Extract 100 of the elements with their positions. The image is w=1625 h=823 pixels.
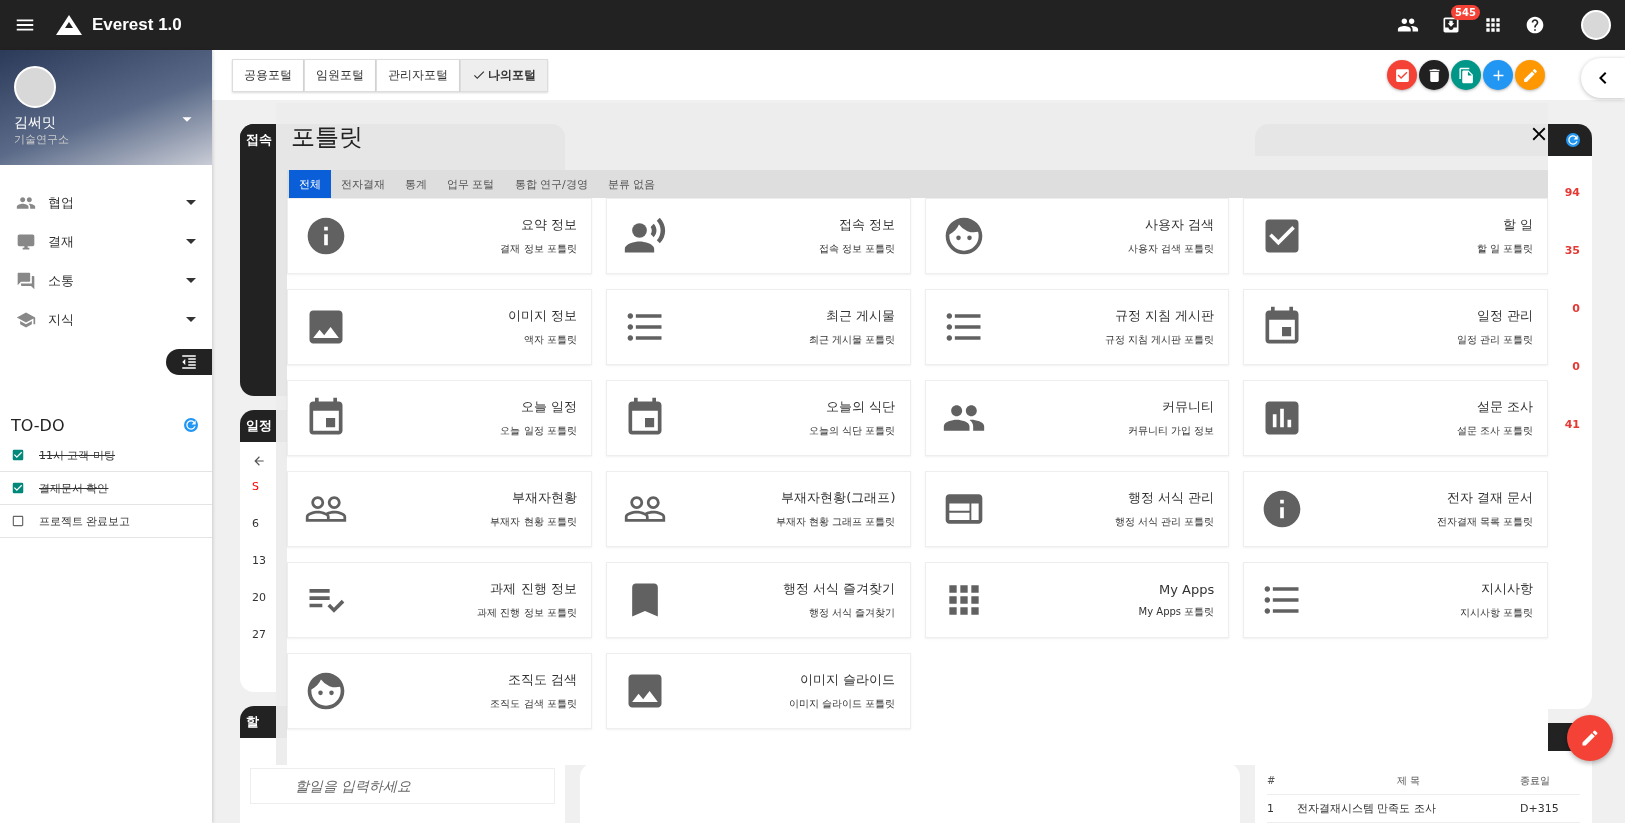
todo-input-field[interactable]: 할일을 입력하세요 [250, 768, 555, 804]
portlet-card[interactable]: 할 일 할 일 포틀릿 [1243, 198, 1548, 274]
portlet-title: 커뮤니티 [1162, 398, 1215, 416]
portlet-description: 사용자 검색 포틀릿 [1127, 242, 1215, 256]
calendar-day: 13 [252, 554, 266, 567]
portlet-title: 최근 게시물 [826, 307, 896, 325]
user-avatar[interactable] [1581, 10, 1611, 40]
portlet-card[interactable]: 규정 지침 게시판 규정 지침 게시판 포틀릿 [924, 289, 1230, 365]
card-title: 접속 [246, 131, 272, 149]
pencil-icon [1580, 728, 1600, 748]
profile-avatar [14, 66, 56, 108]
chat-icon [16, 270, 36, 291]
dialog-title: 포틀릿 [291, 121, 363, 153]
check-icon [472, 68, 486, 82]
apps-grid-icon[interactable] [1483, 15, 1503, 35]
portlet-description: 오늘 일정 포틀릿 [500, 424, 577, 438]
portal-tab[interactable]: 임원포털 [304, 58, 376, 92]
profile-department: 기술연구소 [14, 132, 69, 147]
portlet-description: 조직도 검색 포틀릿 [490, 697, 577, 711]
portlet-description: 액자 포틀릿 [523, 333, 577, 347]
portlet-title: 행정 서식 관리 [1128, 489, 1215, 507]
mountain-logo-icon [56, 15, 82, 35]
table-cell: 1 [1267, 802, 1274, 815]
sidebar-menu-item[interactable]: 지식 [0, 300, 212, 339]
portlet-card[interactable]: 접속 정보 접속 정보 포틀릿 [605, 198, 911, 274]
portlet-card[interactable]: 전자 결재 문서 전자결재 목록 포틀릿 [1243, 471, 1548, 547]
portal-tab[interactable]: 나의포털 [460, 58, 548, 92]
table-cell: D+315 [1520, 802, 1559, 815]
portlet-title: 과제 진행 정보 [490, 580, 577, 598]
portlet-description: 행정 서식 관리 포틀릿 [1114, 515, 1215, 529]
portlet-card[interactable]: 조직도 검색 조직도 검색 포틀릿 [287, 653, 592, 729]
portlet-card[interactable]: 일정 관리 일정 관리 포틀릿 [1243, 289, 1548, 365]
category-tab[interactable]: 통계 [395, 170, 437, 198]
category-tab[interactable]: 업무 포털 [437, 170, 505, 198]
portlet-description: 규정 지침 게시판 포틀릿 [1104, 333, 1215, 347]
portlet-card[interactable]: 지시사항 지시사항 포틀릿 [1243, 562, 1548, 638]
calendar-day: 6 [252, 517, 259, 530]
portlet-card[interactable]: 사용자 검색 사용자 검색 포틀릿 [924, 198, 1230, 274]
table-cell: 전자결재시스템 만족도 조사 [1297, 801, 1436, 816]
calendar-day: S [252, 480, 259, 493]
inbox-icon[interactable] [1441, 15, 1461, 35]
portlet-card[interactable]: 부재자현황 부재자 현황 포틀릿 [287, 471, 592, 547]
category-tab[interactable]: 통합 연구/경영 [504, 170, 598, 198]
refresh-icon[interactable] [1566, 133, 1580, 147]
checkbox[interactable] [11, 448, 25, 462]
checkbox[interactable] [11, 514, 25, 528]
portlet-description: 일정 관리 포틀릿 [1456, 333, 1533, 347]
portlet-description: 지시사항 포틀릿 [1459, 606, 1533, 620]
portlet-card[interactable]: 오늘의 식단 오늘의 식단 포틀릿 [605, 380, 911, 456]
column-header: 제 목 [1396, 773, 1421, 788]
checkbox[interactable] [11, 481, 25, 495]
portlet-card[interactable]: 커뮤니티 커뮤니티 가입 정보 [924, 380, 1230, 456]
back-arrow-icon[interactable] [252, 454, 266, 468]
caret-icon [186, 200, 196, 205]
collapse-menu-button[interactable] [166, 349, 212, 375]
indent-icon [180, 353, 198, 371]
portlet-title: 오늘의 식단 [826, 398, 896, 416]
portlet-title: My Apps [1159, 581, 1215, 597]
count-value: 94 [1564, 186, 1580, 201]
portlet-description: 할 일 포틀릿 [1476, 242, 1533, 256]
help-icon[interactable] [1525, 15, 1545, 35]
portlet-description: 부재자 현황 포틀릿 [490, 515, 577, 529]
category-tab[interactable]: 전체 [289, 170, 331, 198]
portlet-card[interactable]: 최근 게시물 최근 게시물 포틀릿 [605, 289, 911, 365]
portlet-card[interactable]: 부재자현황(그래프) 부재자 현황 그래프 포틀릿 [605, 471, 911, 547]
portlet-card[interactable]: 행정 서식 즐겨찾기 행정 서식 즐겨찾기 [605, 562, 911, 638]
pencil-icon [1521, 66, 1539, 84]
portlet-description: 결재 정보 포틀릿 [500, 242, 577, 256]
caret-icon [186, 317, 196, 322]
collapse-panel-button[interactable] [1581, 58, 1625, 98]
column-header: # [1267, 775, 1276, 786]
portlet-description: 부재자 현황 그래프 포틀릿 [775, 515, 896, 529]
card-title: 할 [246, 713, 259, 731]
portlet-card[interactable]: My Apps My Apps 포틀릿 [924, 562, 1230, 638]
portlet-description: 과제 진행 정보 포틀릿 [477, 606, 577, 620]
portlet-description: 이미지 슬라이드 포틀릿 [789, 697, 896, 711]
edit-fab-button[interactable] [1567, 715, 1613, 761]
portlet-description: 접속 정보 포틀릿 [819, 242, 896, 256]
portlet-card[interactable]: 과제 진행 정보 과제 진행 정보 포틀릿 [287, 562, 592, 638]
portlet-description: 행정 서식 즐겨찾기 [809, 606, 896, 620]
category-tab[interactable]: 분류 없음 [597, 170, 666, 198]
action-button[interactable] [1419, 60, 1449, 90]
category-tab[interactable]: 전자결재 [331, 170, 395, 198]
portal-tab[interactable]: 공용포털 [232, 58, 304, 92]
portlet-description: 커뮤니티 가입 정보 [1127, 424, 1215, 438]
portlet-card[interactable]: 요약 정보 결재 정보 포틀릿 [287, 198, 592, 274]
portlet-title: 부재자현황(그래프) [781, 489, 896, 507]
portlet-title: 지시사항 [1481, 580, 1533, 598]
portlet-title: 일정 관리 [1476, 307, 1533, 325]
portlet-card[interactable]: 이미지 정보 액자 포틀릿 [287, 289, 592, 365]
portal-tab[interactable]: 관리자포털 [376, 58, 460, 92]
portlet-card[interactable]: 행정 서식 관리 행정 서식 관리 포틀릿 [924, 471, 1230, 547]
portlet-card[interactable]: 이미지 슬라이드 이미지 슬라이드 포틀릿 [605, 653, 911, 729]
sidebar-menu-item[interactable]: 결재 [0, 222, 212, 261]
portlet-title: 부재자현황 [511, 489, 577, 507]
portlet-card[interactable]: 설문 조사 설문 조사 포틀릿 [1243, 380, 1548, 456]
sidebar-menu-item[interactable]: 소통 [0, 261, 212, 300]
calendar-day: 27 [252, 628, 266, 641]
sidebar-menu-item[interactable]: 협업 [0, 183, 212, 222]
portlet-card[interactable]: 오늘 일정 오늘 일정 포틀릿 [287, 380, 592, 456]
